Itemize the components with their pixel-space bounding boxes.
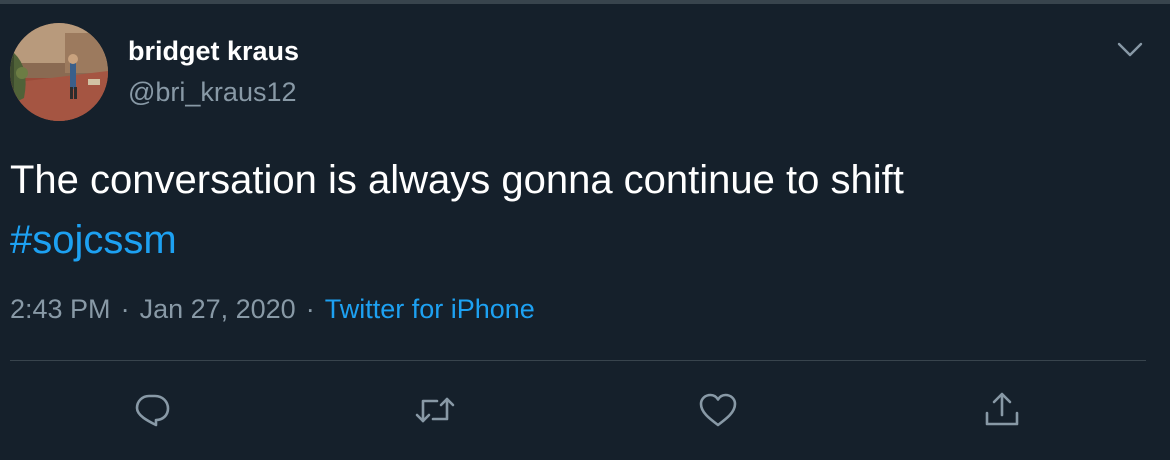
tweet-time[interactable]: 2:43 PM (10, 294, 111, 324)
tweet-text: The conversation is always gonna continu… (10, 150, 1150, 270)
heart-icon[interactable] (696, 388, 740, 432)
tweet-source[interactable]: Twitter for iPhone (325, 294, 535, 324)
hashtag-link[interactable]: #sojcssm (10, 210, 1150, 270)
reply-icon[interactable] (130, 388, 174, 432)
author-handle[interactable]: @bri_kraus12 (128, 77, 297, 108)
share-icon[interactable] (980, 388, 1024, 432)
avatar[interactable] (10, 23, 108, 121)
meta-separator: · (120, 294, 130, 324)
tweet-meta: 2:43 PM · Jan 27, 2020 · Twitter for iPhone (10, 294, 535, 325)
top-border (0, 0, 1170, 4)
tweet-date[interactable]: Jan 27, 2020 (140, 294, 296, 324)
author-display-name[interactable]: bridget kraus (128, 36, 299, 67)
tweet-body: The conversation is always gonna continu… (10, 158, 904, 202)
meta-separator: · (305, 294, 315, 324)
retweet-icon[interactable] (413, 388, 457, 432)
chevron-down-icon[interactable] (1114, 36, 1146, 64)
divider (10, 360, 1146, 361)
